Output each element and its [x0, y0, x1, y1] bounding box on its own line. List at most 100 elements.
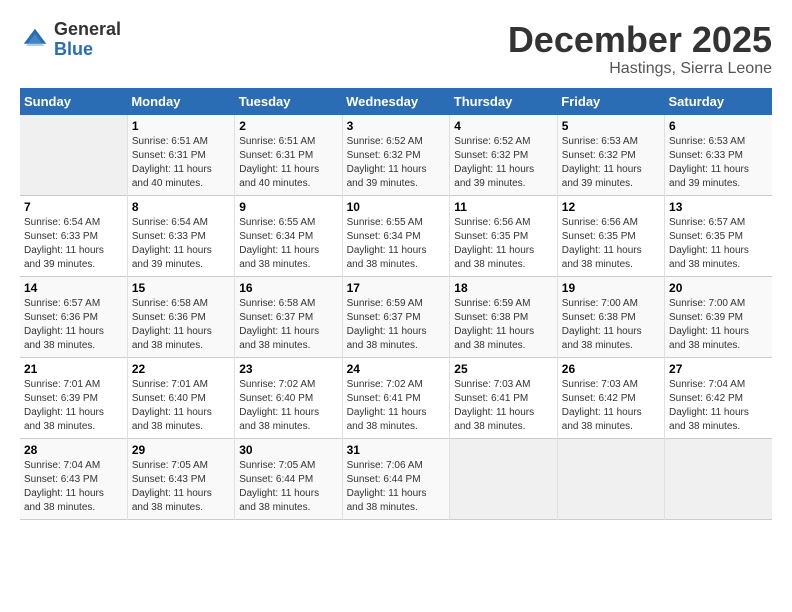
day-cell: 7 Sunrise: 6:54 AMSunset: 6:33 PMDaylight… — [20, 195, 127, 276]
day-info: Sunrise: 6:58 AMSunset: 6:37 PMDaylight:… — [239, 297, 337, 353]
day-info: Sunrise: 6:55 AMSunset: 6:34 PMDaylight:… — [239, 216, 337, 272]
day-number: 11 — [454, 200, 552, 214]
day-number: 25 — [454, 362, 552, 376]
day-number: 1 — [132, 119, 230, 133]
week-row-3: 14 Sunrise: 6:57 AMSunset: 6:36 PMDayligh… — [20, 276, 772, 357]
day-number: 27 — [669, 362, 768, 376]
day-info: Sunrise: 6:53 AMSunset: 6:32 PMDaylight:… — [562, 135, 660, 191]
day-cell: 31 Sunrise: 7:06 AMSunset: 6:44 PMDayligh… — [342, 438, 450, 519]
day-cell: 9Sunrise: 6:55 AMSunset: 6:34 PMDaylight… — [235, 195, 342, 276]
day-cell: 2 Sunrise: 6:51 AMSunset: 6:31 PMDaylight… — [235, 115, 342, 196]
day-cell: 16 Sunrise: 6:58 AMSunset: 6:37 PMDayligh… — [235, 276, 342, 357]
day-cell: 13 Sunrise: 6:57 AMSunset: 6:35 PMDayligh… — [665, 195, 772, 276]
day-number: 15 — [132, 281, 230, 295]
day-info: Sunrise: 6:53 AMSunset: 6:33 PMDaylight:… — [669, 135, 768, 191]
day-info: Sunrise: 7:03 AMSunset: 6:41 PMDaylight:… — [454, 378, 552, 434]
day-cell: 22Sunrise: 7:01 AMSunset: 6:40 PMDayligh… — [127, 357, 234, 438]
day-cell: 23 Sunrise: 7:02 AMSunset: 6:40 PMDayligh… — [235, 357, 342, 438]
weekday-header-sunday: Sunday — [20, 88, 127, 115]
day-info: Sunrise: 7:06 AMSunset: 6:44 PMDaylight:… — [347, 459, 446, 515]
weekday-header-friday: Friday — [557, 88, 664, 115]
day-info: Sunrise: 6:55 AMSunset: 6:34 PMDaylight:… — [347, 216, 446, 272]
day-info: Sunrise: 6:51 AMSunset: 6:31 PMDaylight:… — [239, 135, 337, 191]
day-info: Sunrise: 6:59 AMSunset: 6:37 PMDaylight:… — [347, 297, 446, 353]
day-info: Sunrise: 6:51 AMSunset: 6:31 PMDaylight:… — [132, 135, 230, 191]
day-cell: 29 Sunrise: 7:05 AMSunset: 6:43 PMDayligh… — [127, 438, 234, 519]
day-cell: 20Sunrise: 7:00 AMSunset: 6:39 PMDayligh… — [665, 276, 772, 357]
day-number: 12 — [562, 200, 660, 214]
day-info: Sunrise: 6:54 AMSunset: 6:33 PMDaylight:… — [132, 216, 230, 272]
day-info: Sunrise: 7:02 AMSunset: 6:41 PMDaylight:… — [347, 378, 446, 434]
week-row-4: 21Sunrise: 7:01 AMSunset: 6:39 PMDayligh… — [20, 357, 772, 438]
day-info: Sunrise: 6:58 AMSunset: 6:36 PMDaylight:… — [132, 297, 230, 353]
day-number: 2 — [239, 119, 337, 133]
day-info: Sunrise: 6:57 AMSunset: 6:35 PMDaylight:… — [669, 216, 768, 272]
day-info: Sunrise: 7:05 AMSunset: 6:43 PMDaylight:… — [132, 459, 230, 515]
weekday-header-saturday: Saturday — [665, 88, 772, 115]
day-info: Sunrise: 7:05 AMSunset: 6:44 PMDaylight:… — [239, 459, 337, 515]
day-number: 14 — [24, 281, 123, 295]
day-cell: 3 Sunrise: 6:52 AMSunset: 6:32 PMDaylight… — [342, 115, 450, 196]
day-cell: 18 Sunrise: 6:59 AMSunset: 6:38 PMDayligh… — [450, 276, 557, 357]
day-cell — [450, 438, 557, 519]
day-number: 22 — [132, 362, 230, 376]
day-cell: 24 Sunrise: 7:02 AMSunset: 6:41 PMDayligh… — [342, 357, 450, 438]
day-number: 26 — [562, 362, 660, 376]
day-cell: 8Sunrise: 6:54 AMSunset: 6:33 PMDaylight… — [127, 195, 234, 276]
day-number: 4 — [454, 119, 552, 133]
day-number: 17 — [347, 281, 446, 295]
page-header: General Blue December 2025 Hastings, Sie… — [20, 20, 772, 78]
day-number: 19 — [562, 281, 660, 295]
day-cell — [665, 438, 772, 519]
day-number: 3 — [347, 119, 446, 133]
day-cell: 10Sunrise: 6:55 AMSunset: 6:34 PMDayligh… — [342, 195, 450, 276]
day-info: Sunrise: 6:57 AMSunset: 6:36 PMDaylight:… — [24, 297, 123, 353]
day-cell: 1 Sunrise: 6:51 AMSunset: 6:31 PMDaylight… — [127, 115, 234, 196]
day-info: Sunrise: 7:00 AMSunset: 6:38 PMDaylight:… — [562, 297, 660, 353]
day-cell: 17 Sunrise: 6:59 AMSunset: 6:37 PMDayligh… — [342, 276, 450, 357]
day-info: Sunrise: 6:59 AMSunset: 6:38 PMDaylight:… — [454, 297, 552, 353]
day-info: Sunrise: 6:56 AMSunset: 6:35 PMDaylight:… — [562, 216, 660, 272]
calendar-table: SundayMondayTuesdayWednesdayThursdayFrid… — [20, 88, 772, 520]
weekday-header-tuesday: Tuesday — [235, 88, 342, 115]
day-cell: 6Sunrise: 6:53 AMSunset: 6:33 PMDaylight… — [665, 115, 772, 196]
day-number: 30 — [239, 443, 337, 457]
day-number: 24 — [347, 362, 446, 376]
day-number: 16 — [239, 281, 337, 295]
day-cell: 4 Sunrise: 6:52 AMSunset: 6:32 PMDaylight… — [450, 115, 557, 196]
day-number: 21 — [24, 362, 123, 376]
location: Hastings, Sierra Leone — [508, 60, 772, 78]
day-cell: 12 Sunrise: 6:56 AMSunset: 6:35 PMDayligh… — [557, 195, 664, 276]
day-number: 29 — [132, 443, 230, 457]
day-info: Sunrise: 6:56 AMSunset: 6:35 PMDaylight:… — [454, 216, 552, 272]
day-info: Sunrise: 7:00 AMSunset: 6:39 PMDaylight:… — [669, 297, 768, 353]
day-cell — [557, 438, 664, 519]
logo-text: General Blue — [54, 20, 121, 60]
weekday-header-monday: Monday — [127, 88, 234, 115]
day-cell: 25 Sunrise: 7:03 AMSunset: 6:41 PMDayligh… — [450, 357, 557, 438]
title-block: December 2025 Hastings, Sierra Leone — [508, 20, 772, 78]
day-cell: 28 Sunrise: 7:04 AMSunset: 6:43 PMDayligh… — [20, 438, 127, 519]
day-number: 13 — [669, 200, 768, 214]
day-cell: 14 Sunrise: 6:57 AMSunset: 6:36 PMDayligh… — [20, 276, 127, 357]
day-cell: 15 Sunrise: 6:58 AMSunset: 6:36 PMDayligh… — [127, 276, 234, 357]
day-cell: 11 Sunrise: 6:56 AMSunset: 6:35 PMDayligh… — [450, 195, 557, 276]
day-info: Sunrise: 7:04 AMSunset: 6:43 PMDaylight:… — [24, 459, 123, 515]
day-number: 28 — [24, 443, 123, 457]
day-info: Sunrise: 6:52 AMSunset: 6:32 PMDaylight:… — [454, 135, 552, 191]
day-info: Sunrise: 6:52 AMSunset: 6:32 PMDaylight:… — [347, 135, 446, 191]
day-cell: 21Sunrise: 7:01 AMSunset: 6:39 PMDayligh… — [20, 357, 127, 438]
logo: General Blue — [20, 20, 121, 60]
day-number: 18 — [454, 281, 552, 295]
weekday-header-thursday: Thursday — [450, 88, 557, 115]
day-number: 5 — [562, 119, 660, 133]
day-info: Sunrise: 7:03 AMSunset: 6:42 PMDaylight:… — [562, 378, 660, 434]
day-number: 7 — [24, 200, 123, 214]
day-cell: 26 Sunrise: 7:03 AMSunset: 6:42 PMDayligh… — [557, 357, 664, 438]
day-info: Sunrise: 6:54 AMSunset: 6:33 PMDaylight:… — [24, 216, 123, 272]
day-number: 23 — [239, 362, 337, 376]
day-cell: 30 Sunrise: 7:05 AMSunset: 6:44 PMDayligh… — [235, 438, 342, 519]
day-info: Sunrise: 7:02 AMSunset: 6:40 PMDaylight:… — [239, 378, 337, 434]
month-title: December 2025 — [508, 20, 772, 60]
day-number: 31 — [347, 443, 446, 457]
